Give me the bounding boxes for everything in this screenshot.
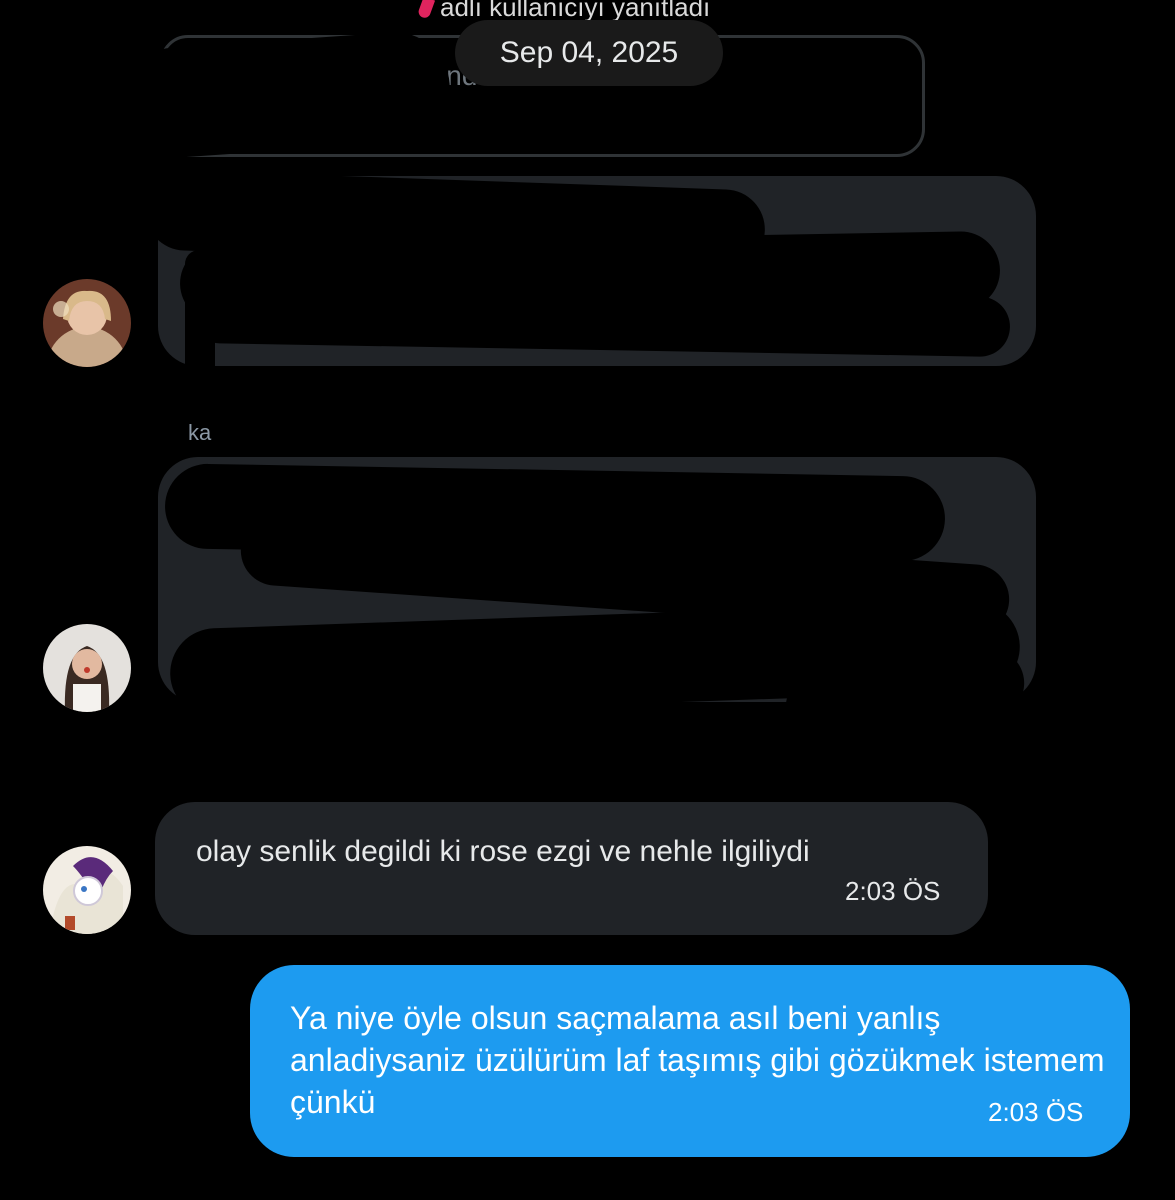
redaction-mark xyxy=(190,770,310,806)
message-text: Ya niye öyle olsun saçmalama asıl beni y… xyxy=(290,1000,1105,1120)
avatar[interactable] xyxy=(43,624,131,712)
avatar[interactable] xyxy=(43,846,131,934)
sender-name: ka xyxy=(188,420,212,445)
reply-header-text: adlı kullanıcıyı yanıtladı xyxy=(440,0,711,22)
redaction-mark xyxy=(116,28,454,162)
redaction-mark xyxy=(185,250,215,490)
message-timestamp: 2:03 ÖS xyxy=(845,876,941,906)
avatar[interactable] xyxy=(43,279,131,367)
date-separator: Sep 04, 2025 xyxy=(455,20,723,86)
redaction-mark xyxy=(420,100,620,140)
message-timestamp: 2:03 ÖS xyxy=(988,1097,1084,1127)
message-text: olay senlik degildi ki rose ezgi ve nehl… xyxy=(196,835,810,868)
reply-marker-icon xyxy=(416,0,436,20)
reply-header: adlı kullanıcıyı yanıtladı xyxy=(416,0,820,22)
